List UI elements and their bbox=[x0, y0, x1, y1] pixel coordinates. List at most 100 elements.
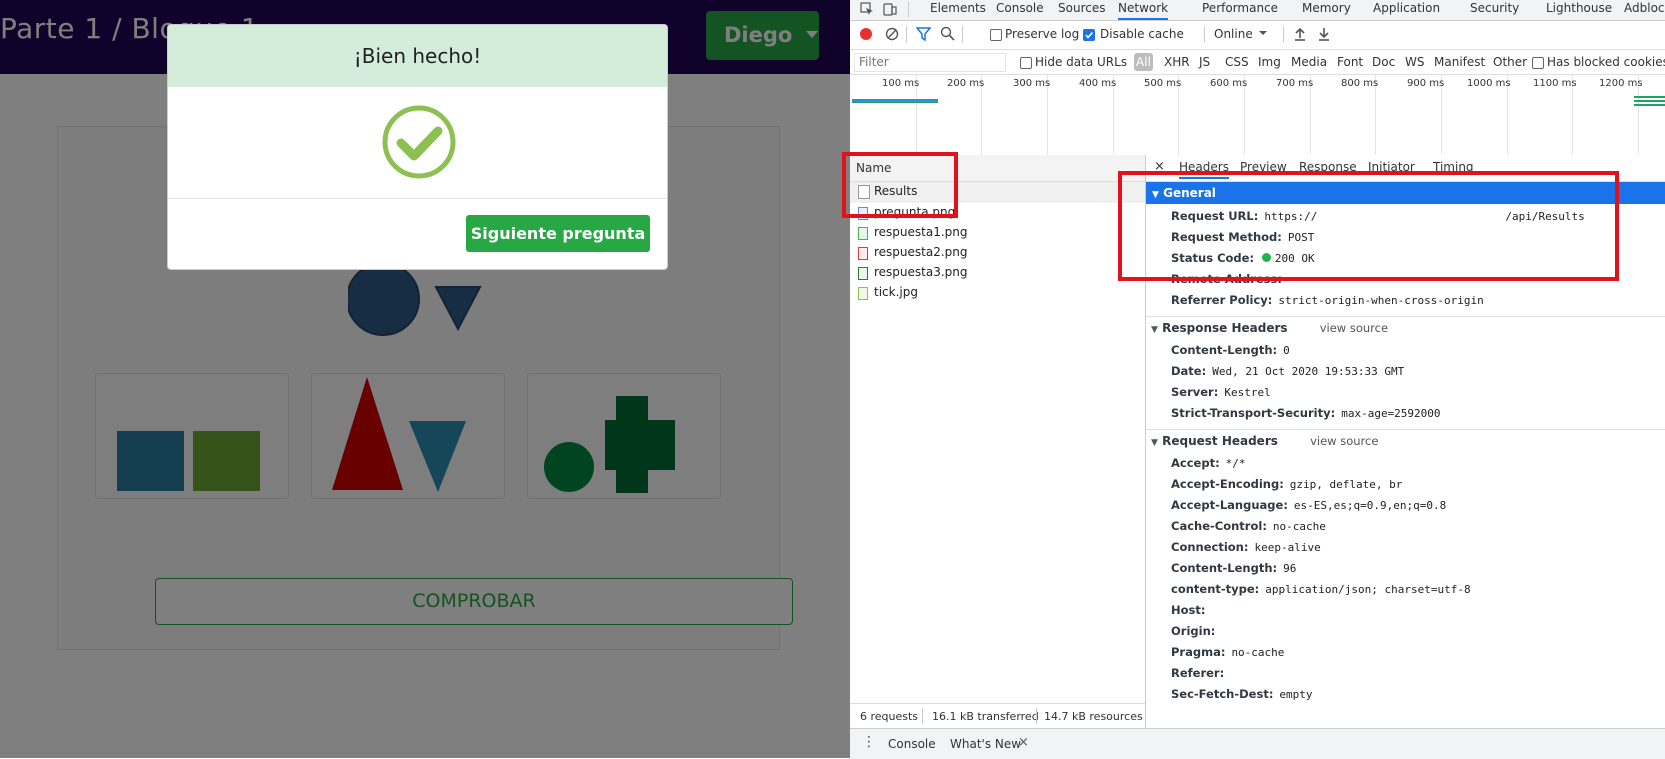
preserve-log-checkbox[interactable] bbox=[990, 29, 1002, 41]
filter-type-img[interactable]: Img bbox=[1258, 55, 1281, 69]
search-icon[interactable] bbox=[940, 26, 955, 41]
filter-placeholder: Filter bbox=[859, 55, 889, 69]
request-row[interactable]: respuesta2.png bbox=[850, 243, 1145, 264]
drawer-tab-whats-new[interactable]: What's New bbox=[950, 737, 1021, 751]
header-row: Pragma: no-cache bbox=[1171, 645, 1284, 665]
resources-size: 14.7 kB resources bbox=[1044, 710, 1143, 723]
toolbar-divider bbox=[1283, 26, 1284, 43]
tab-performance[interactable]: Performance bbox=[1202, 0, 1278, 20]
filter-type-all[interactable]: All bbox=[1134, 53, 1153, 71]
preserve-log-label: Preserve log bbox=[1005, 27, 1080, 41]
chevron-down-icon[interactable] bbox=[1257, 28, 1269, 38]
header-key: Referrer Policy: bbox=[1171, 293, 1273, 307]
devtools-panel: Elements Console Sources Network Perform… bbox=[842, 0, 1665, 759]
filter-type-ws[interactable]: WS bbox=[1405, 55, 1424, 69]
header-key: Accept: bbox=[1171, 456, 1220, 470]
image-file-icon bbox=[858, 247, 868, 260]
filter-type-xhr[interactable]: XHR bbox=[1164, 55, 1190, 69]
has-blocked-cookies-label: Has blocked cookies bbox=[1547, 55, 1665, 69]
close-icon[interactable]: × bbox=[1018, 735, 1029, 750]
timeline-tick: 700 ms bbox=[1276, 78, 1314, 89]
image-file-icon bbox=[858, 287, 868, 300]
filter-input[interactable]: Filter bbox=[854, 53, 1006, 72]
inspect-element-icon[interactable] bbox=[860, 2, 874, 16]
clear-icon[interactable] bbox=[885, 27, 899, 41]
import-har-icon[interactable] bbox=[1293, 26, 1307, 41]
header-key: Server: bbox=[1171, 385, 1219, 399]
app-window: Parte 1 / Bloque 1 Diego bbox=[0, 0, 850, 758]
header-value: application/json; charset=utf-8 bbox=[1265, 583, 1471, 596]
header-value: strict-origin-when-cross-origin bbox=[1278, 294, 1484, 307]
request-headers-section-header[interactable]: ▼ Request Headers view source bbox=[1151, 434, 1378, 454]
header-key: content-type: bbox=[1171, 582, 1260, 596]
tab-application[interactable]: Application bbox=[1373, 0, 1440, 20]
tab-console[interactable]: Console bbox=[996, 0, 1044, 20]
tab-memory[interactable]: Memory bbox=[1302, 0, 1351, 20]
devtools-drawer: ⋮ Console What's New × bbox=[850, 728, 1665, 759]
header-key: Content-Length: bbox=[1171, 561, 1278, 575]
section-divider bbox=[1146, 429, 1665, 430]
tab-adblock[interactable]: Adblock Plu bbox=[1624, 0, 1665, 20]
header-row: Cache-Control: no-cache bbox=[1171, 519, 1326, 539]
divider bbox=[922, 708, 923, 724]
network-toolbar: Preserve log Disable cache Online bbox=[850, 21, 1665, 50]
highlight-box-request bbox=[842, 152, 958, 218]
header-row: Content-Length: 96 bbox=[1171, 561, 1296, 581]
header-row: Accept: */* bbox=[1171, 456, 1246, 476]
filter-type-js[interactable]: JS bbox=[1199, 55, 1210, 69]
export-har-icon[interactable] bbox=[1317, 26, 1331, 41]
filter-type-font[interactable]: Font bbox=[1337, 55, 1363, 69]
modal-divider bbox=[168, 198, 667, 199]
filter-icon[interactable] bbox=[916, 27, 931, 41]
tab-sources[interactable]: Sources bbox=[1058, 0, 1105, 20]
toolbar-divider bbox=[906, 26, 907, 43]
timeline-waterfall-bar bbox=[852, 100, 938, 102]
timeline-tick: 300 ms bbox=[1013, 78, 1051, 89]
timeline-tick: 800 ms bbox=[1341, 78, 1379, 89]
tab-elements[interactable]: Elements bbox=[930, 0, 986, 20]
record-icon[interactable] bbox=[860, 28, 872, 40]
timeline-tick: 1200 ms bbox=[1599, 78, 1643, 89]
timeline-tick: 200 ms bbox=[947, 78, 985, 89]
tab-network[interactable]: Network bbox=[1118, 0, 1169, 20]
header-row: Strict-Transport-Security: max-age=259200… bbox=[1171, 406, 1441, 426]
header-value: es-ES,es;q=0.9,en;q=0.8 bbox=[1293, 499, 1447, 512]
filter-type-other[interactable]: Other bbox=[1493, 55, 1527, 69]
success-modal: ¡Bien hecho! Siguiente pregunta bbox=[167, 24, 668, 270]
response-headers-section-header[interactable]: ▼ Response Headers view source bbox=[1151, 321, 1388, 341]
header-key: Accept-Language: bbox=[1171, 498, 1288, 512]
header-key: Content-Length: bbox=[1171, 343, 1278, 357]
header-value: gzip, deflate, br bbox=[1289, 478, 1403, 491]
request-name: respuesta3.png bbox=[874, 265, 968, 279]
hide-data-urls-checkbox[interactable] bbox=[1020, 57, 1032, 69]
transferred-size: 16.1 kB transferred bbox=[932, 710, 1039, 723]
header-key: Date: bbox=[1171, 364, 1207, 378]
request-row[interactable]: tick.jpg bbox=[850, 283, 1145, 304]
device-toolbar-icon[interactable] bbox=[883, 2, 897, 16]
filter-type-css[interactable]: CSS bbox=[1225, 55, 1249, 69]
view-source-link[interactable]: view source bbox=[1320, 321, 1388, 335]
hide-data-urls-label: Hide data URLs bbox=[1035, 55, 1128, 69]
tab-lighthouse[interactable]: Lighthouse bbox=[1546, 0, 1612, 20]
request-row[interactable]: respuesta1.png bbox=[850, 223, 1145, 244]
request-row[interactable]: respuesta3.png bbox=[850, 263, 1145, 284]
check-circle-icon bbox=[381, 104, 457, 180]
view-source-link[interactable]: view source bbox=[1310, 434, 1378, 448]
drawer-tab-console[interactable]: Console bbox=[888, 737, 936, 751]
more-menu-icon[interactable]: ⋮ bbox=[862, 734, 876, 750]
header-row: Accept-Encoding: gzip, deflate, br bbox=[1171, 477, 1402, 497]
tab-security[interactable]: Security bbox=[1470, 0, 1519, 20]
timeline-tick: 1100 ms bbox=[1533, 78, 1577, 89]
network-overview-timeline[interactable]: 100 ms 200 ms 300 ms 400 ms 500 ms 600 m… bbox=[850, 75, 1665, 156]
timeline-tick: 100 ms bbox=[882, 78, 920, 89]
has-blocked-cookies-checkbox[interactable] bbox=[1532, 57, 1544, 69]
filter-type-doc[interactable]: Doc bbox=[1372, 55, 1395, 69]
filter-type-media[interactable]: Media bbox=[1291, 55, 1327, 69]
image-file-icon bbox=[858, 267, 868, 280]
header-value: Wed, 21 Oct 2020 19:53:33 GMT bbox=[1212, 365, 1405, 378]
next-question-button[interactable]: Siguiente pregunta bbox=[466, 215, 650, 252]
throttling-select[interactable]: Online bbox=[1214, 27, 1253, 41]
filter-type-manifest[interactable]: Manifest bbox=[1434, 55, 1485, 69]
timeline-waterfall-bar bbox=[1634, 100, 1665, 102]
disable-cache-checkbox[interactable] bbox=[1083, 29, 1095, 41]
